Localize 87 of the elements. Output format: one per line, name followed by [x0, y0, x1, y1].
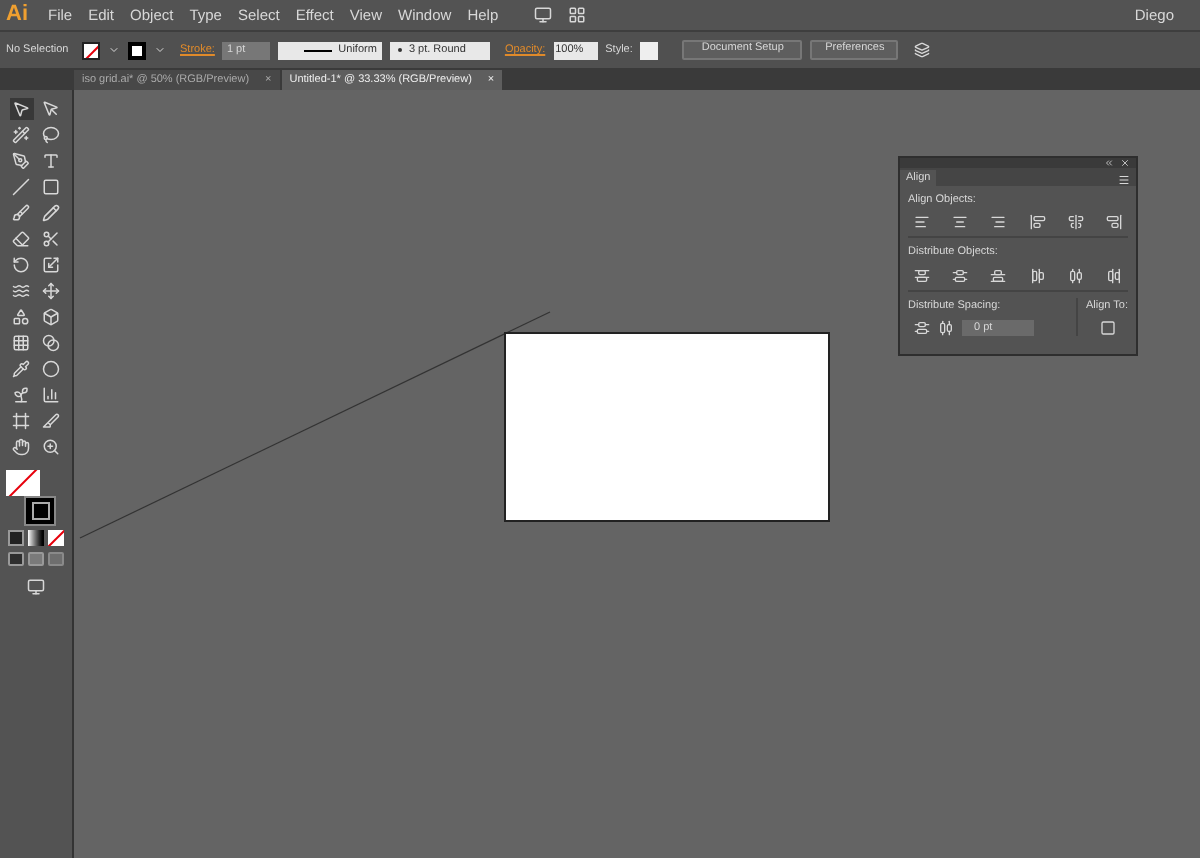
- tool-button[interactable]: [39, 358, 63, 380]
- tool-button[interactable]: [39, 306, 63, 328]
- stroke-swatch[interactable]: [128, 41, 146, 59]
- tool-button[interactable]: [9, 124, 33, 146]
- circle-icon: [42, 360, 60, 378]
- type-icon: [42, 152, 60, 170]
- arrow-icon: [12, 100, 30, 118]
- style-swatch[interactable]: [640, 41, 659, 59]
- distribute-bottom-icon: [990, 267, 1007, 283]
- brush-icon: [12, 204, 30, 222]
- tool-button[interactable]: [9, 176, 33, 198]
- tool-button[interactable]: [39, 98, 63, 120]
- distribute-top-icon: [914, 267, 930, 283]
- tool-button[interactable]: [39, 384, 63, 406]
- line-icon: [12, 178, 30, 196]
- pen-icon: [12, 152, 30, 170]
- monitor-icon[interactable]: [534, 6, 553, 24]
- tool-button[interactable]: [9, 332, 33, 354]
- scale-icon: [42, 256, 60, 274]
- pointer-icon: [42, 100, 60, 118]
- distribute-left-icon: [1029, 267, 1046, 283]
- zoom-icon: [42, 438, 60, 456]
- tool-button[interactable]: [39, 332, 63, 354]
- arrange-icon[interactable]: [914, 42, 931, 58]
- app-logo: Ai: [6, 4, 28, 26]
- tool-button[interactable]: [9, 98, 33, 120]
- tool-button[interactable]: [39, 150, 63, 172]
- wand-icon: [12, 126, 30, 144]
- screen-mode-icon[interactable]: [26, 578, 46, 596]
- tool-button[interactable]: [9, 410, 33, 432]
- distribute-middle-icon: [952, 267, 969, 283]
- caret-icon[interactable]: [108, 44, 120, 56]
- fill-swatch[interactable]: [6, 470, 40, 496]
- caret-icon[interactable]: [154, 44, 166, 56]
- horizontal-spacing-icon: [938, 319, 954, 336]
- shapes-icon: [12, 308, 30, 326]
- tool-button[interactable]: [9, 150, 33, 172]
- bar-chart-icon: [42, 386, 60, 404]
- eraser-icon: [12, 230, 30, 248]
- hand-icon: [12, 438, 30, 456]
- frame-icon: [12, 412, 30, 430]
- vertical-spacing-icon: [914, 319, 930, 336]
- pencil-icon: [42, 204, 60, 222]
- tool-button[interactable]: [9, 254, 33, 276]
- eyedropper-icon: [12, 360, 30, 378]
- fill-swatch[interactable]: [82, 41, 100, 59]
- align-middle-icon: [1067, 214, 1084, 231]
- tool-button[interactable]: [9, 202, 33, 224]
- tool-button[interactable]: [39, 436, 63, 458]
- sprout-icon: [12, 386, 30, 404]
- warp-icon: [12, 282, 30, 300]
- align-right-icon: [990, 214, 1007, 231]
- tool-button[interactable]: [9, 228, 33, 250]
- color-mode-icon[interactable]: [8, 530, 24, 546]
- collapse-icon[interactable]: [1104, 158, 1114, 168]
- distribute-center-icon: [1067, 267, 1084, 283]
- none-mode-icon[interactable]: [48, 530, 64, 546]
- lasso-icon: [42, 126, 60, 144]
- cube-icon: [42, 308, 60, 326]
- grid-icon: [12, 334, 30, 352]
- gradient-mode-icon[interactable]: [28, 530, 44, 546]
- rectangle-icon: [42, 178, 60, 196]
- align-left-icon: [914, 214, 930, 231]
- distribute-right-icon: [1105, 267, 1122, 283]
- tool-button[interactable]: [39, 124, 63, 146]
- tool-button[interactable]: [39, 228, 63, 250]
- align-top-icon: [1029, 214, 1046, 231]
- tool-button[interactable]: [39, 280, 63, 302]
- tool-button[interactable]: [9, 280, 33, 302]
- align-bottom-icon: [1105, 214, 1122, 231]
- align-center-icon: [952, 214, 969, 231]
- move-icon: [42, 282, 60, 300]
- tool-button[interactable]: [9, 358, 33, 380]
- panel-menu-icon[interactable]: [1118, 174, 1130, 186]
- scissors-icon: [42, 230, 60, 248]
- rotate-icon: [12, 256, 30, 274]
- tool-button[interactable]: [39, 202, 63, 224]
- tool-button[interactable]: [9, 306, 33, 328]
- tool-button[interactable]: [39, 176, 63, 198]
- stroke-swatch[interactable]: [24, 496, 56, 526]
- knife-icon: [42, 412, 60, 430]
- tool-button[interactable]: [9, 384, 33, 406]
- align-to-selector-icon[interactable]: [1099, 319, 1115, 336]
- layout-icon[interactable]: [568, 6, 587, 24]
- tool-button[interactable]: [39, 410, 63, 432]
- tool-button[interactable]: [9, 436, 33, 458]
- tool-button[interactable]: [39, 254, 63, 276]
